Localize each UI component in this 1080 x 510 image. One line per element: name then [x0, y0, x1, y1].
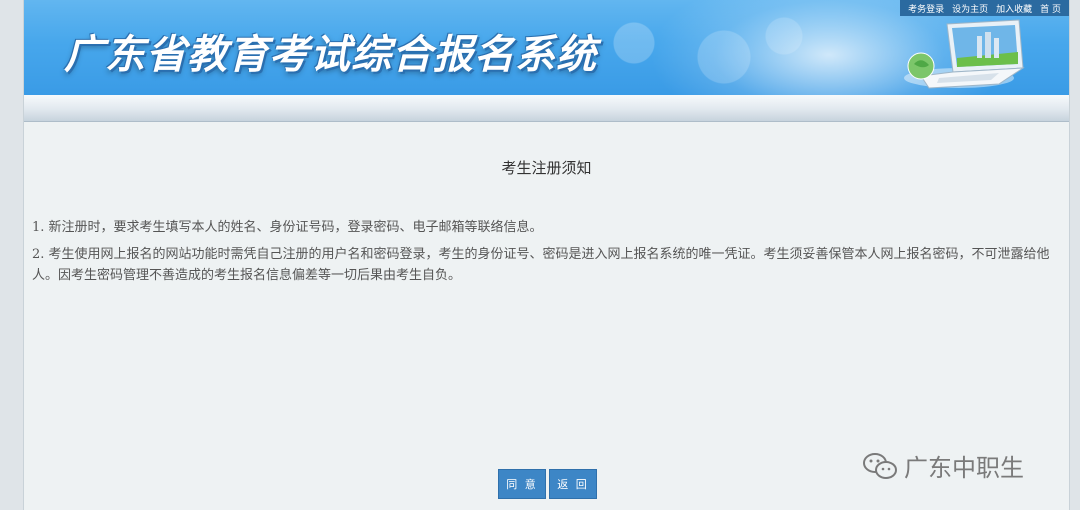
site-title: 广东省教育考试综合报名系统: [64, 31, 597, 78]
notice-item-1: 1. 新注册时，要求考生填写本人的姓名、身份证号码，登录密码、电子邮箱等联络信息…: [32, 220, 543, 235]
action-buttons: 同 意 返 回: [498, 469, 597, 499]
link-set-homepage[interactable]: 设为主页: [952, 2, 988, 15]
wechat-icon: [863, 452, 897, 479]
watermark: 广东中职生: [862, 448, 1024, 483]
link-exam-login[interactable]: 考务登录: [908, 2, 944, 15]
link-add-favorite[interactable]: 加入收藏: [996, 2, 1032, 15]
top-links: 考务登录 设为主页 加入收藏 首 页: [900, 0, 1069, 16]
link-home[interactable]: 首 页: [1040, 2, 1061, 15]
notice-title: 考生注册须知: [501, 159, 592, 177]
page-frame: 广东省教育考试综合报名系统 考务登录 设为主页 加入收藏 首 页 考生注册须知 …: [23, 0, 1070, 510]
sub-navigation-bar: [24, 95, 1069, 122]
back-button[interactable]: 返 回: [549, 469, 597, 499]
header-banner: 广东省教育考试综合报名系统 考务登录 设为主页 加入收藏 首 页: [24, 0, 1069, 95]
watermark-text: 广东中职生: [904, 454, 1024, 482]
notice-item-2: 2. 考生使用网上报名的网站功能时需凭自己注册的用户名和密码登录，考生的身份证号…: [32, 247, 1050, 283]
agree-button[interactable]: 同 意: [498, 469, 546, 499]
laptop-icon: [904, 19, 1025, 89]
